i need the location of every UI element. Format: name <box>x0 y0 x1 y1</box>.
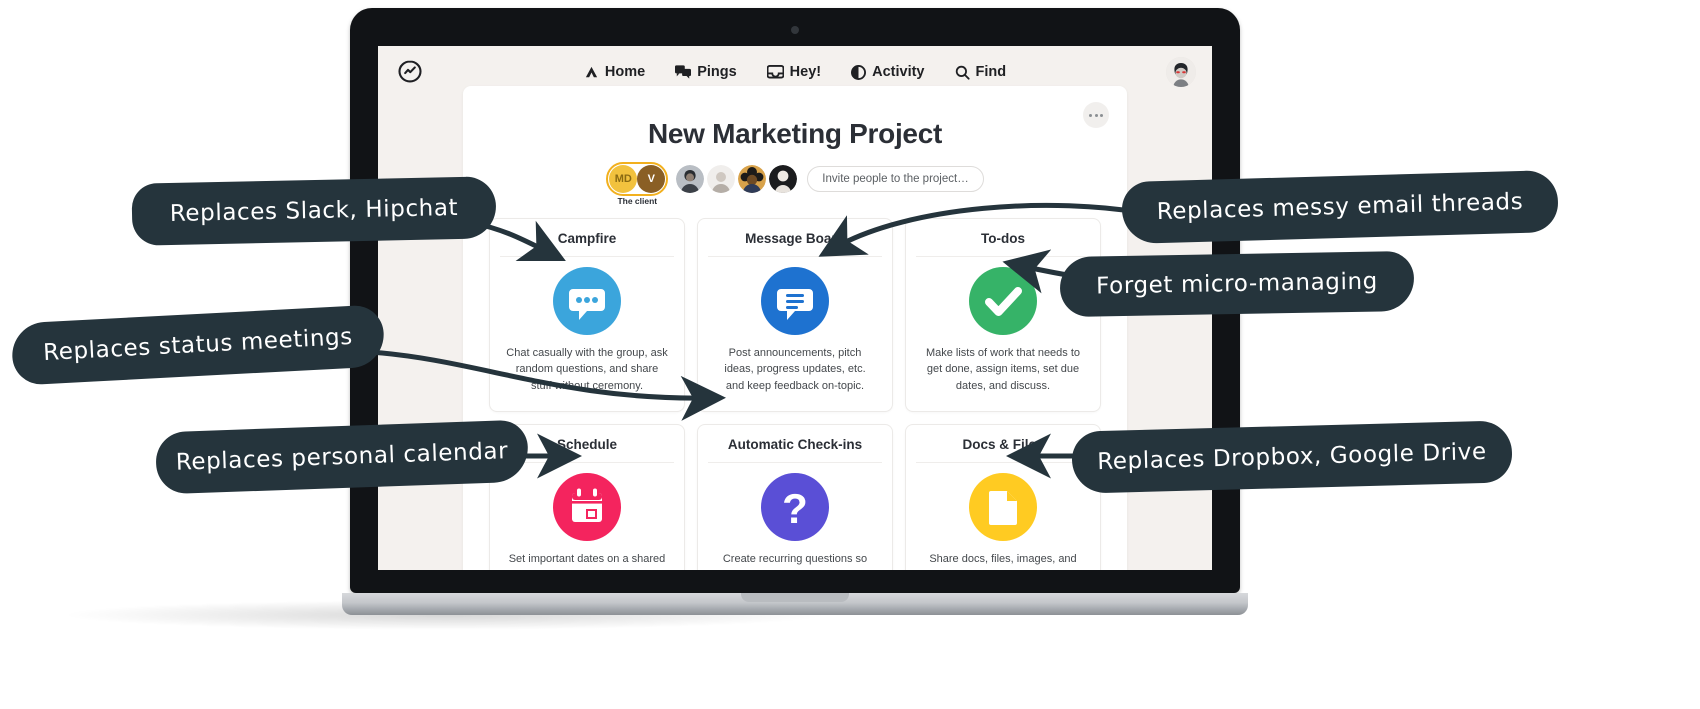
tool-card-docs-and-files[interactable]: Docs & Files Share docs, files, images, … <box>905 424 1101 570</box>
client-avatar-group: MD V The client <box>606 162 669 206</box>
nav-item-hey[interactable]: Hey! <box>766 64 822 80</box>
svg-text:?: ? <box>782 485 808 532</box>
annotation-slack: Replaces Slack, Hipchat <box>131 176 497 246</box>
annotation-dropbox: Replaces Dropbox, Google Drive <box>1071 420 1513 494</box>
document-page-icon <box>916 463 1090 551</box>
avatar-person-4[interactable] <box>769 165 798 193</box>
more-options-button[interactable] <box>1083 102 1109 128</box>
annotation-text: Replaces personal calendar <box>175 438 509 476</box>
avatar-initials-md[interactable]: MD <box>609 165 638 193</box>
tool-card-automatic-check-ins[interactable]: Automatic Check-ins ? Create recurring q… <box>697 424 893 570</box>
calendar-icon <box>500 463 674 551</box>
annotation-text: Replaces Slack, Hipchat <box>169 194 459 228</box>
nav-label: Home <box>604 64 646 80</box>
dot <box>1094 113 1098 117</box>
tool-description: Create recurring questions so you don't … <box>722 553 868 570</box>
avatar[interactable] <box>1166 57 1196 87</box>
nav-label: Hey! <box>789 64 822 80</box>
annotation-text: Forget micro-managing <box>1095 268 1379 300</box>
tool-description: Post announcements, pitch ideas, progres… <box>724 347 866 392</box>
webcam-icon <box>791 26 799 34</box>
tool-description: Make lists of work that needs to get don… <box>925 347 1081 392</box>
search-icon <box>955 65 970 80</box>
tools-grid: Campfire Chat casually with the group, a… <box>489 218 1101 570</box>
avatar-initials-v[interactable]: V <box>637 165 666 193</box>
project-sheet: New Marketing Project MD V The client In… <box>463 86 1127 570</box>
tool-title: Automatic Check-ins <box>708 437 882 463</box>
page-title: New Marketing Project <box>647 118 942 149</box>
annotation-micro: Forget micro-managing <box>1059 250 1415 318</box>
avatar-person-3[interactable] <box>738 165 767 193</box>
speech-bubble-dots-icon <box>500 257 674 345</box>
annotation-status: Replaces status meetings <box>10 304 386 386</box>
tool-title: Docs & Files <box>916 437 1090 463</box>
client-badge: The client <box>617 196 658 206</box>
dot <box>1100 113 1103 117</box>
tool-title: Message Board <box>708 231 882 257</box>
nav-label: Activity <box>872 64 925 80</box>
chat-bubbles-icon <box>675 65 692 79</box>
annotation-text: Replaces Dropbox, Google Drive <box>1096 438 1488 476</box>
avatar-person-2[interactable] <box>707 165 736 193</box>
annotation-email: Replaces messy email threads <box>1121 169 1559 245</box>
screenshot-stage: Home Pings Hey! Activity Find New Market… <box>0 0 1700 709</box>
project-people: MD V The client Invite people to the pro… <box>489 162 1101 206</box>
tool-card-campfire[interactable]: Campfire Chat casually with the group, a… <box>489 218 685 412</box>
laptop-base <box>342 593 1248 615</box>
message-lines-icon <box>708 257 882 345</box>
half-circle-icon <box>851 64 867 80</box>
home-icon <box>584 65 599 80</box>
annotation-text: Replaces messy email threads <box>1156 188 1524 226</box>
avatar-person-1[interactable] <box>676 165 705 193</box>
nav-item-activity[interactable]: Activity <box>851 64 925 80</box>
nav-item-home[interactable]: Home <box>584 64 645 80</box>
tool-description: Set important dates on a shared schedule… <box>508 553 666 570</box>
basecamp-logo-icon[interactable] <box>396 58 424 86</box>
nav-label: Pings <box>697 64 737 80</box>
tool-description: Share docs, files, images, and spreadshe… <box>929 553 1077 570</box>
tool-description: Chat casually with the group, ask random… <box>506 347 668 392</box>
nav-item-pings[interactable]: Pings <box>675 64 737 80</box>
annotation-calendar: Replaces personal calendar <box>155 419 529 495</box>
tool-card-to-dos[interactable]: To-dos Make lists of work that needs to … <box>905 218 1101 412</box>
question-mark-circle-icon: ? <box>708 463 882 551</box>
annotation-text: Replaces status meetings <box>42 323 354 367</box>
nav-label: Find <box>975 64 1007 80</box>
dot <box>1089 113 1092 117</box>
tool-title: Campfire <box>500 231 674 257</box>
inbox-tray-icon <box>766 65 784 79</box>
invite-people-input[interactable]: Invite people to the project… <box>807 166 984 192</box>
tool-card-message-board[interactable]: Message Board Post announcements, pitch … <box>697 218 893 412</box>
nav-item-find[interactable]: Find <box>955 64 1007 80</box>
tool-title: To-dos <box>916 231 1090 257</box>
